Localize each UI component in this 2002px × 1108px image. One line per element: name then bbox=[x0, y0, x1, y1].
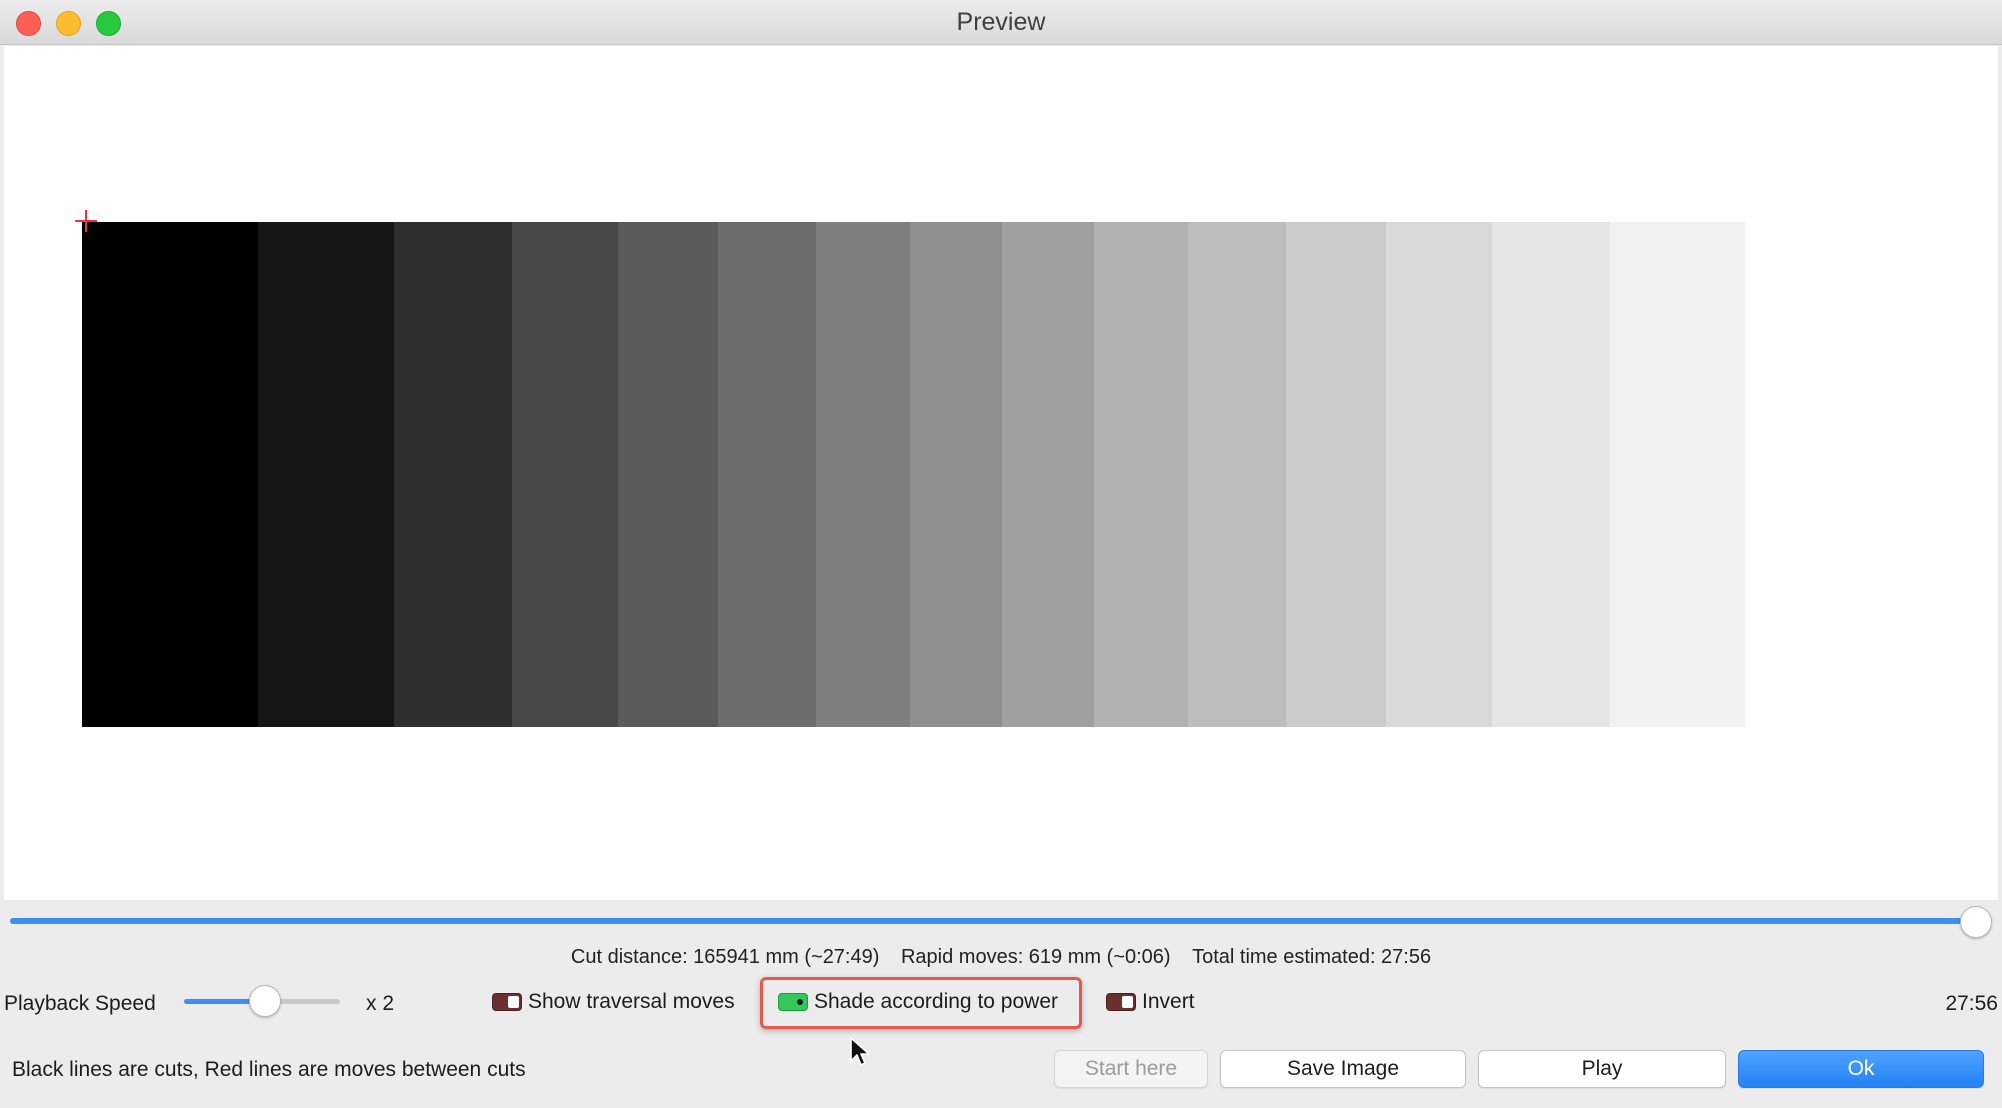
preview-band bbox=[1002, 222, 1094, 727]
job-statistics: Cut distance: 165941 mm (~27:49) Rapid m… bbox=[0, 946, 2002, 969]
show-traversal-moves-toggle[interactable]: Show traversal moves bbox=[492, 990, 735, 1014]
invert-toggle[interactable]: Invert bbox=[1106, 990, 1195, 1014]
preview-band bbox=[394, 222, 512, 727]
preview-band bbox=[258, 222, 394, 727]
preview-band bbox=[1610, 222, 1745, 727]
preview-band bbox=[816, 222, 910, 727]
preview-band bbox=[82, 222, 258, 727]
save-image-button[interactable]: Save Image bbox=[1220, 1050, 1466, 1088]
playback-speed-slider-thumb[interactable] bbox=[249, 985, 281, 1017]
preview-band bbox=[1492, 222, 1610, 727]
rapid-moves-text: Rapid moves: 619 mm (~0:06) bbox=[900, 946, 1171, 968]
title-bar: Preview bbox=[0, 0, 2002, 45]
invert-switch[interactable] bbox=[1106, 993, 1136, 1011]
shade-according-to-power-switch[interactable] bbox=[778, 993, 808, 1011]
preview-window: Preview Cut distance: 165941 mm (~27:49)… bbox=[0, 0, 2002, 1108]
show-traversal-moves-switch[interactable] bbox=[492, 993, 522, 1011]
elapsed-time: 27:56 bbox=[1945, 992, 1998, 1015]
preview-band bbox=[910, 222, 1002, 727]
invert-label: Invert bbox=[1142, 990, 1195, 1013]
total-time-text: Total time estimated: 27:56 bbox=[1192, 946, 1432, 968]
show-traversal-moves-label: Show traversal moves bbox=[528, 990, 735, 1013]
engraving-preview-gradient bbox=[82, 222, 1745, 727]
play-button[interactable]: Play bbox=[1478, 1050, 1726, 1088]
shade-according-to-power-label: Shade according to power bbox=[814, 990, 1058, 1013]
playback-speed-label: Playback Speed bbox=[4, 992, 156, 1015]
playback-speed-value: x 2 bbox=[366, 992, 395, 1015]
preview-band bbox=[512, 222, 618, 727]
ok-button[interactable]: Ok bbox=[1738, 1050, 1984, 1088]
origin-crosshair-icon bbox=[75, 210, 97, 232]
playback-progress-track[interactable] bbox=[10, 918, 1976, 924]
cut-distance-text: Cut distance: 165941 mm (~27:49) bbox=[570, 946, 880, 968]
window-title: Preview bbox=[956, 8, 1046, 36]
mouse-pointer-icon bbox=[850, 1037, 870, 1066]
start-here-button[interactable]: Start here bbox=[1054, 1050, 1208, 1088]
playback-progress-thumb[interactable] bbox=[1960, 906, 1992, 938]
preview-band bbox=[1094, 222, 1188, 727]
preview-band bbox=[1386, 222, 1492, 727]
preview-band bbox=[618, 222, 718, 727]
preview-band bbox=[1188, 222, 1286, 727]
preview-canvas[interactable] bbox=[4, 46, 1998, 900]
preview-band bbox=[718, 222, 816, 727]
shade-according-to-power-toggle[interactable]: Shade according to power bbox=[778, 990, 1058, 1014]
legend-text: Black lines are cuts, Red lines are move… bbox=[12, 1058, 526, 1081]
preview-band bbox=[1286, 222, 1386, 727]
